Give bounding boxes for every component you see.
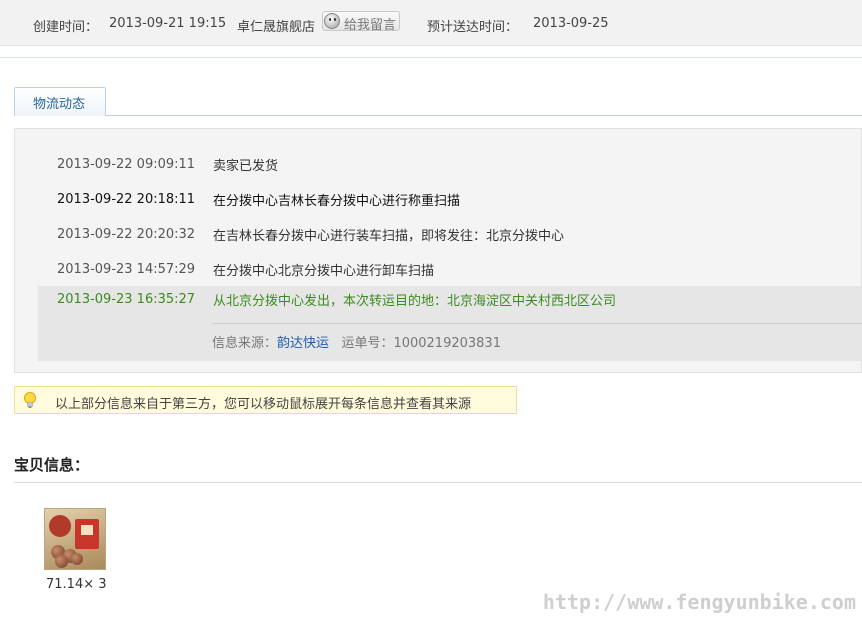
tab-logistics[interactable]: 物流动态 <box>14 87 106 116</box>
logistics-panel: 2013-09-22 09:09:11 卖家已发货 2013-09-22 20:… <box>14 128 862 373</box>
logistics-event[interactable]: 2013-09-23 14:57:29 在分拨中心北京分拨中心进行卸车扫描 <box>15 256 862 284</box>
item-price-quantity: 71.14× 3 <box>46 577 107 592</box>
logistics-event-latest[interactable]: 2013-09-23 16:35:27 从北京分拨中心发出，本次转运目的地：北京… <box>15 286 862 314</box>
divider <box>0 57 862 58</box>
tab-logistics-label: 物流动态 <box>33 97 86 112</box>
created-time-label: 创建时间： <box>33 20 99 35</box>
created-time-value: 2013-09-21 19:15 <box>109 16 227 31</box>
event-description: 卖家已发货 <box>213 159 279 174</box>
carrier-link[interactable]: 韵达快运 <box>277 336 329 351</box>
smiley-icon <box>324 13 340 29</box>
eta-value: 2013-09-25 <box>533 16 609 31</box>
event-divider <box>212 323 862 324</box>
watermark: http://www.fengyunbike.com <box>542 590 856 614</box>
event-time: 2013-09-22 09:09:11 <box>57 157 196 172</box>
logistics-event[interactable]: 2013-09-22 20:20:32 在吉林长春分拨中心进行装车扫描，即将发往… <box>15 221 862 249</box>
nut <box>71 553 83 565</box>
event-source: 信息来源：韵达快运 运单号：1000219203831 <box>212 332 501 351</box>
event-time: 2013-09-23 14:57:29 <box>57 262 196 277</box>
event-description: 从北京分拨中心发出，本次转运目的地：北京海淀区中关村西北区公司 <box>213 294 617 309</box>
shop-name: 卓仁晟旗舰店 <box>237 20 316 35</box>
waybill-number: 1000219203831 <box>393 336 501 351</box>
third-party-notice: 以上部分信息来自于第三方，您可以移动鼠标展开每条信息并查看其来源 <box>14 386 517 414</box>
item-info-title: 宝贝信息： <box>14 456 90 474</box>
event-time: 2013-09-22 20:20:32 <box>57 227 196 242</box>
expanded-event[interactable]: 2013-09-23 16:35:27 从北京分拨中心发出，本次转运目的地：北京… <box>38 286 862 361</box>
notice-text: 以上部分信息来自于第三方，您可以移动鼠标展开每条信息并查看其来源 <box>55 397 472 412</box>
eta-label: 预计送达时间： <box>427 20 519 35</box>
event-description: 在吉林长春分拨中心进行装车扫描，即将发往：北京分拨中心 <box>213 229 565 244</box>
lightbulb-icon <box>24 392 36 408</box>
event-time: 2013-09-23 16:35:27 <box>57 292 196 307</box>
leave-message-button[interactable]: 给我留言 <box>322 11 400 33</box>
product-thumbnail[interactable] <box>44 508 106 570</box>
order-summary-bar: 创建时间： 2013-09-21 19:15 卓仁晟旗舰店 给我留言 预计送达时… <box>0 0 862 46</box>
event-description: 在分拨中心吉林长春分拨中心进行称重扫描 <box>213 194 461 209</box>
waybill-label: 运单号： <box>341 336 394 351</box>
logistics-event[interactable]: 2013-09-22 20:18:11 在分拨中心吉林长春分拨中心进行称重扫描 <box>15 186 862 214</box>
event-description: 在分拨中心北京分拨中心进行卸车扫描 <box>213 264 435 279</box>
logistics-event[interactable]: 2013-09-22 09:09:11 卖家已发货 <box>15 151 862 179</box>
event-time: 2013-09-22 20:18:11 <box>57 192 196 207</box>
tab-divider <box>14 115 862 116</box>
brand-seal <box>49 515 71 537</box>
nut <box>55 555 68 568</box>
source-label: 信息来源： <box>212 336 278 351</box>
product-bag-label <box>81 525 93 535</box>
section-divider <box>14 482 862 483</box>
leave-message-label: 给我留言 <box>344 18 397 33</box>
